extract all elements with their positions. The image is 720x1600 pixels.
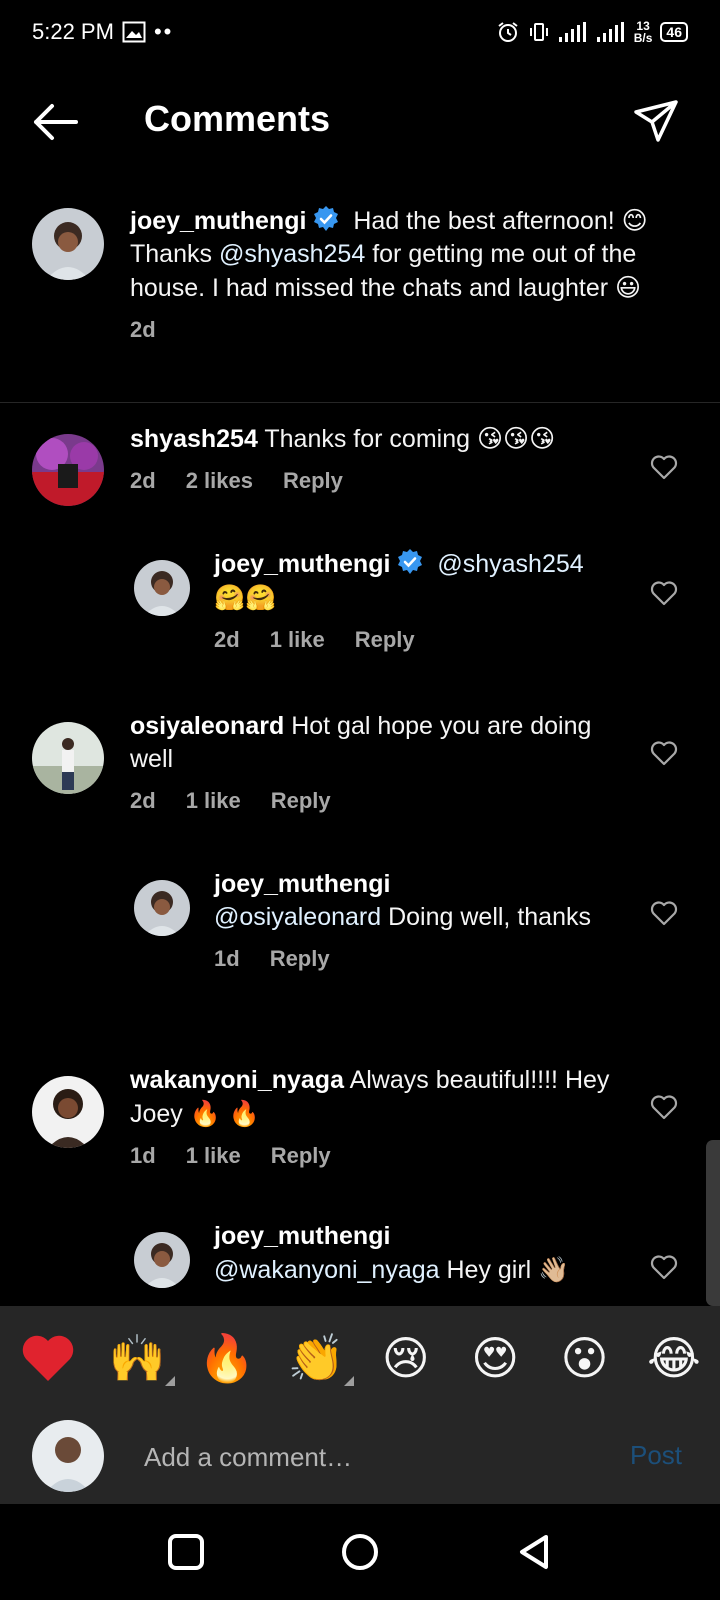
status-time: 5:22 PM xyxy=(32,19,114,44)
comment-text: Hey girl xyxy=(446,1256,532,1284)
gallery-icon xyxy=(122,21,146,43)
vibrate-icon xyxy=(529,23,548,41)
back-arrow-icon[interactable] xyxy=(30,100,80,144)
likes-count[interactable]: 1 like xyxy=(270,627,325,653)
avatar[interactable] xyxy=(134,880,190,936)
username[interactable]: joey_muthengi xyxy=(214,1222,390,1250)
skin-tone-indicator xyxy=(165,1376,176,1386)
comment-meta: 2d 2 likes Reply xyxy=(130,468,620,494)
emoji-clap-button[interactable]: 👏 xyxy=(284,1326,355,1390)
reply-item: joey_muthengi @wakanyoni_nyaga Hey girl … xyxy=(134,1222,674,1288)
comment-item: wakanyoni_nyaga Always beautiful!!!! Hey… xyxy=(32,1066,692,1168)
caption-text: joey_muthengi Had the best afternoon! 😊 … xyxy=(130,206,648,302)
mention-link[interactable]: @shyash254 xyxy=(437,550,583,578)
reply-button[interactable]: Reply xyxy=(271,1143,331,1169)
back-triangle-icon[interactable] xyxy=(514,1532,554,1572)
current-user-avatar[interactable] xyxy=(32,1420,104,1492)
timestamp: 2d xyxy=(130,468,156,493)
comment-meta: 1d 1 like Reply xyxy=(130,1143,620,1169)
emoji-heart-button[interactable] xyxy=(16,1326,80,1390)
comment-meta: 2d 1 like Reply xyxy=(130,788,620,814)
username[interactable]: osiyaleonard xyxy=(130,712,284,740)
emoji-crying-button[interactable]: 😢 xyxy=(374,1326,438,1390)
comment-meta: 1d Reply xyxy=(214,946,634,972)
emoji-surprised-button[interactable]: 😮 xyxy=(553,1326,617,1390)
likes-count[interactable]: 2 likes xyxy=(186,468,253,494)
scrollbar[interactable] xyxy=(706,1140,720,1306)
timestamp: 2d xyxy=(214,627,240,652)
post-button[interactable]: Post xyxy=(630,1440,682,1471)
comment-text: Doing well, thanks xyxy=(388,903,591,931)
emoji-quick-bar: 🙌 🔥 👏 😢 😍 😮 😂 xyxy=(0,1306,720,1410)
system-nav-bar xyxy=(0,1504,720,1600)
timestamp: 1d xyxy=(130,1143,156,1168)
avatar[interactable] xyxy=(32,208,104,280)
header: Comments xyxy=(0,80,720,164)
status-bar: 5:22 PM •• 13 B/s 46 xyxy=(0,0,720,64)
alarm-icon xyxy=(498,22,518,42)
username[interactable]: joey_muthengi xyxy=(214,870,390,898)
divider xyxy=(0,402,720,403)
caption: joey_muthengi Had the best afternoon! 😊 … xyxy=(32,206,692,342)
heart-icon[interactable] xyxy=(650,900,678,926)
likes-count[interactable]: 1 like xyxy=(186,788,241,814)
reply-button[interactable]: Reply xyxy=(283,468,343,494)
likes-count[interactable]: 1 like xyxy=(186,1143,241,1169)
timestamp: 1d xyxy=(214,946,240,971)
username[interactable]: joey_muthengi xyxy=(214,550,390,578)
comment-input[interactable] xyxy=(144,1432,604,1482)
comment-item: osiyaleonard Hot gal hope you are doing … xyxy=(32,712,692,813)
mention-link[interactable]: @shyash254 xyxy=(219,240,365,268)
notification-dots: •• xyxy=(153,19,174,44)
caption-meta: 2d xyxy=(130,317,690,343)
reply-button[interactable]: Reply xyxy=(271,788,331,814)
reply-item: joey_muthengi @shyash254 🤗🤗 2d 1 like Re… xyxy=(134,549,674,652)
avatar[interactable] xyxy=(134,560,190,616)
username[interactable]: joey_muthengi xyxy=(130,207,306,235)
page-title: Comments xyxy=(144,98,331,139)
battery-indicator: 46 xyxy=(660,22,688,42)
username[interactable]: wakanyoni_nyaga xyxy=(130,1066,344,1094)
verified-badge-icon xyxy=(398,549,423,574)
username[interactable]: shyash254 xyxy=(130,425,258,453)
emoji-raised-hands-button[interactable]: 🙌 xyxy=(105,1326,176,1390)
heart-icon[interactable] xyxy=(650,1254,678,1280)
avatar[interactable] xyxy=(32,434,104,506)
red-heart-icon xyxy=(22,1335,74,1381)
skin-tone-indicator xyxy=(344,1376,355,1386)
mention-link[interactable]: @wakanyoni_nyaga xyxy=(214,1256,440,1284)
comment-item: shyash254 Thanks for coming 😘😘😘 2d 2 lik… xyxy=(32,424,692,506)
reply-item: joey_muthengi @osiyaleonard Doing well, … xyxy=(134,870,674,971)
avatar[interactable] xyxy=(32,1076,104,1148)
network-speed: 13 B/s xyxy=(633,19,653,45)
heart-icon[interactable] xyxy=(650,1094,678,1120)
comment-text: Thanks for coming xyxy=(264,425,471,453)
emoji-laughing-button[interactable]: 😂 xyxy=(642,1326,706,1390)
home-circle-icon[interactable] xyxy=(340,1532,380,1572)
signal-icon xyxy=(558,22,586,42)
timestamp: 2d xyxy=(130,788,156,813)
send-icon[interactable] xyxy=(632,98,680,146)
heart-icon[interactable] xyxy=(650,454,678,480)
reply-button[interactable]: Reply xyxy=(270,946,330,972)
heart-icon[interactable] xyxy=(650,580,678,606)
emoji-heart-eyes-button[interactable]: 😍 xyxy=(463,1326,527,1390)
verified-badge-icon xyxy=(314,206,339,231)
timestamp: 2d xyxy=(130,317,156,342)
reply-button[interactable]: Reply xyxy=(355,627,415,653)
avatar[interactable] xyxy=(32,722,104,794)
emoji-fire-button[interactable]: 🔥 xyxy=(195,1326,259,1390)
heart-icon[interactable] xyxy=(650,740,678,766)
comment-input-bar: Post xyxy=(0,1410,720,1504)
avatar[interactable] xyxy=(134,1232,190,1288)
recents-square-icon[interactable] xyxy=(166,1532,206,1572)
comment-meta: 2d 1 like Reply xyxy=(214,627,634,653)
signal-h-plus-icon xyxy=(596,22,624,42)
mention-link[interactable]: @osiyaleonard xyxy=(214,903,381,931)
